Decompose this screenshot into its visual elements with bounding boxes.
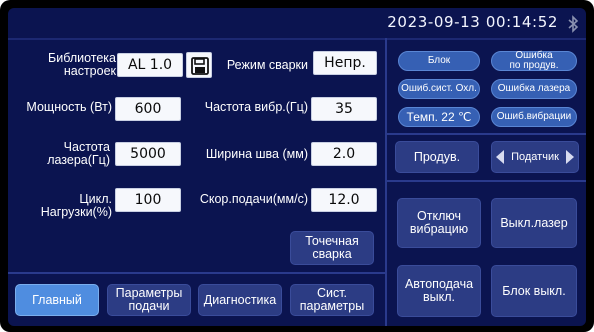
status-lock: Блок — [398, 51, 480, 71]
floppy-disk-icon — [191, 57, 209, 75]
laser-freq-label: Частота лазера(Гц) — [47, 140, 110, 167]
tab-system-params[interactable]: Сист. параметры — [290, 284, 374, 316]
tab-feed-params[interactable]: Параметры подачи — [107, 284, 191, 316]
library-label: Библиотека настроек — [48, 51, 116, 78]
vibration-off-button[interactable]: Отключ вибрацию — [397, 198, 481, 248]
chevron-left-icon[interactable] — [496, 150, 504, 164]
device-bezel: 2023-09-13 00:14:52 Библиотека настроек A… — [0, 0, 594, 332]
lock-off-button[interactable]: Блок выкл. — [491, 265, 577, 317]
save-button[interactable] — [186, 52, 212, 78]
feeder-label: Податчик — [511, 151, 559, 163]
tab-main[interactable]: Главный — [15, 284, 99, 316]
hmi-screen: 2023-09-13 00:14:52 Библиотека настроек A… — [8, 8, 586, 326]
right-divider-1 — [387, 133, 586, 135]
power-input[interactable]: 600 — [115, 97, 181, 121]
weld-mode-select[interactable]: Непр. — [313, 51, 377, 75]
wobble-freq-input[interactable]: 35 — [311, 97, 377, 121]
panel-divider-vertical — [385, 38, 387, 326]
status-wobble-error: Ошиб.вибрации — [491, 107, 577, 127]
feed-speed-label: Скор.подачи(мм/с) — [199, 192, 308, 206]
datetime-display: 2023-09-13 00:14:52 — [387, 13, 558, 31]
seam-width-input[interactable]: 2.0 — [311, 142, 377, 166]
feed-speed-input[interactable]: 12.0 — [311, 188, 377, 212]
library-select[interactable]: AL 1.0 — [117, 53, 183, 77]
wobble-freq-label: Частота вибр.(Гц) — [204, 100, 308, 114]
status-blow-error: Ошибка по продув. — [491, 51, 577, 71]
right-divider-2 — [387, 180, 586, 182]
bluetooth-icon — [568, 15, 579, 33]
status-cooling-error: Ошиб.сист. Охл. — [398, 79, 480, 99]
laser-off-button[interactable]: Выкл.лазер — [491, 198, 577, 248]
tab-diagnostics[interactable]: Диагностика — [198, 284, 282, 316]
purge-button[interactable]: Продув. — [395, 141, 479, 173]
nav-divider — [8, 272, 385, 274]
duty-cycle-label: Цикл. Нагрузки(%) — [40, 192, 112, 219]
status-laser-error: Ошибка лазера — [491, 79, 577, 99]
header-divider — [8, 38, 586, 40]
duty-cycle-input[interactable]: 100 — [115, 188, 181, 212]
chevron-right-icon[interactable] — [566, 150, 574, 164]
autofeed-off-button[interactable]: Автоподача выкл. — [397, 265, 481, 317]
laser-freq-input[interactable]: 5000 — [115, 142, 181, 166]
seam-width-label: Ширина шва (мм) — [205, 147, 308, 161]
power-label: Мощность (Вт) — [26, 100, 112, 114]
feeder-selector[interactable]: Податчик — [491, 141, 579, 173]
status-temperature: Темп. 22 ℃ — [398, 107, 480, 127]
weld-mode-label: Режим сварки — [226, 58, 308, 72]
spot-weld-button[interactable]: Точечная сварка — [290, 231, 374, 265]
